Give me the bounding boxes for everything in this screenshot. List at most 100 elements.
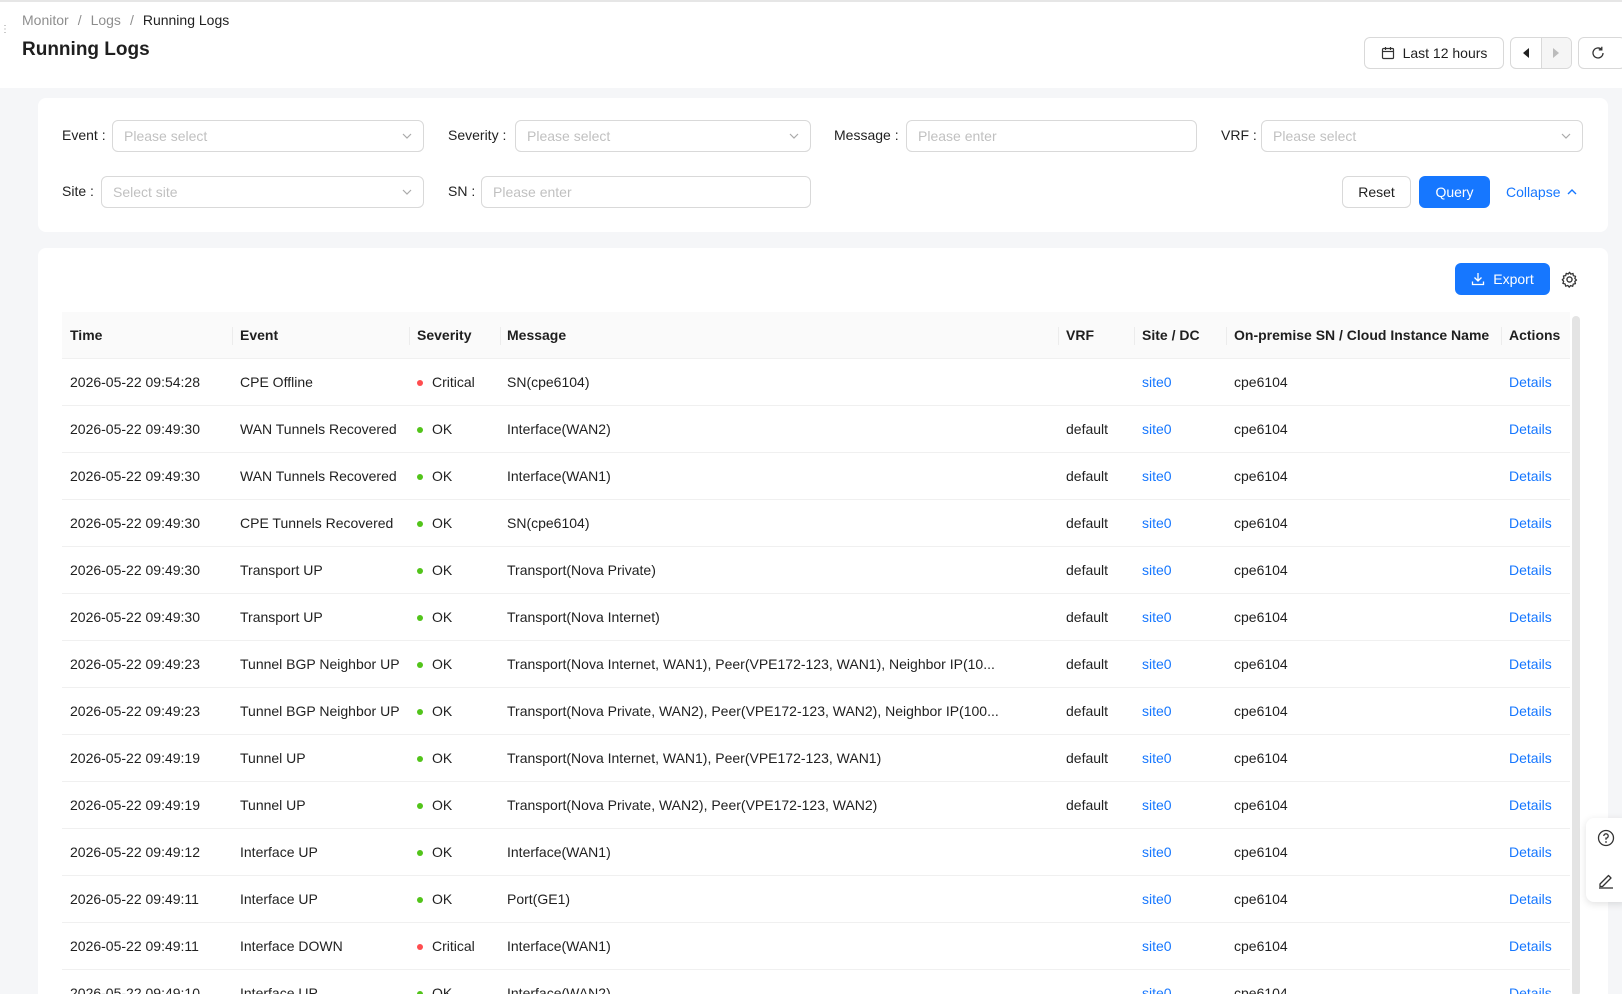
details-link[interactable]: Details xyxy=(1509,641,1569,688)
details-link[interactable]: Details xyxy=(1509,547,1569,594)
query-button[interactable]: Query xyxy=(1419,176,1490,208)
severity-select[interactable]: Please select xyxy=(515,120,811,152)
status-dot-icon xyxy=(417,520,423,527)
col-severity[interactable]: Severity xyxy=(417,312,502,359)
cell-site-link[interactable]: site0 xyxy=(1142,782,1222,829)
details-link[interactable]: Details xyxy=(1509,782,1569,829)
next-period-button[interactable] xyxy=(1540,38,1571,68)
feedback-button[interactable] xyxy=(1597,871,1615,892)
severity-label: OK xyxy=(432,609,453,625)
cell-severity: OK xyxy=(417,500,502,547)
details-link[interactable]: Details xyxy=(1509,688,1569,735)
cell-time: 2026-05-22 09:49:30 xyxy=(70,609,200,625)
col-message[interactable]: Message xyxy=(507,312,1017,359)
col-event[interactable]: Event xyxy=(240,312,410,359)
chevron-up-icon xyxy=(1567,189,1577,195)
cell-site-link[interactable]: site0 xyxy=(1142,453,1222,500)
details-link[interactable]: Details xyxy=(1509,594,1569,641)
table-row: 2026-05-22 09:49:30 Transport UP OK Transpo… xyxy=(62,547,1570,594)
sidebar-collapse-handle[interactable]: ⋮ xyxy=(0,24,10,36)
cell-vrf: default xyxy=(1066,656,1109,672)
cell-site-link[interactable]: site0 xyxy=(1142,735,1222,782)
cell-sn: cpe6104 xyxy=(1234,656,1288,672)
cell-event: Interface UP xyxy=(240,891,318,907)
table-scrollbar[interactable] xyxy=(1572,316,1580,994)
cell-time: 2026-05-22 09:49:12 xyxy=(70,844,200,860)
severity-label: OK xyxy=(432,421,453,437)
breadcrumb-monitor[interactable]: Monitor xyxy=(22,12,69,28)
event-select[interactable]: Please select xyxy=(112,120,424,152)
export-button[interactable]: Export xyxy=(1455,263,1550,295)
table-header: Time Event Severity Message VRF Site / D… xyxy=(62,312,1570,359)
col-divider xyxy=(409,327,410,345)
cell-vrf: default xyxy=(1066,421,1109,437)
details-link[interactable]: Details xyxy=(1509,829,1569,876)
details-link[interactable]: Details xyxy=(1509,970,1569,994)
cell-site-link[interactable]: site0 xyxy=(1142,406,1222,453)
refresh-button[interactable] xyxy=(1578,37,1622,69)
site-select[interactable]: Select site xyxy=(101,176,424,208)
time-range-button[interactable]: Last 12 hours xyxy=(1364,37,1504,69)
caret-right-icon xyxy=(1553,48,1560,58)
message-input-placeholder: Please enter xyxy=(918,128,997,144)
col-time[interactable]: Time xyxy=(70,312,230,359)
site-filter-label: Site : xyxy=(62,183,94,199)
details-link[interactable]: Details xyxy=(1509,500,1569,547)
col-sn[interactable]: On-premise SN / Cloud Instance Name xyxy=(1234,312,1504,359)
cell-site-link[interactable]: site0 xyxy=(1142,829,1222,876)
details-link[interactable]: Details xyxy=(1509,923,1569,970)
column-settings-button[interactable] xyxy=(1561,271,1578,291)
cell-sn: cpe6104 xyxy=(1234,468,1288,484)
cell-site-link[interactable]: site0 xyxy=(1142,923,1222,970)
sn-input[interactable]: Please enter xyxy=(481,176,811,208)
cell-event: WAN Tunnels Recovered xyxy=(240,468,397,484)
cell-vrf xyxy=(1066,359,1136,406)
message-input[interactable]: Please enter xyxy=(906,120,1197,152)
cell-sn: cpe6104 xyxy=(1234,609,1288,625)
cell-message: Interface(WAN2) xyxy=(507,421,611,437)
status-dot-icon xyxy=(417,473,423,480)
table-row: 2026-05-22 09:49:23 Tunnel BGP Neighbor U… xyxy=(62,688,1570,735)
status-dot-icon xyxy=(417,755,423,762)
event-filter-label: Event : xyxy=(62,127,106,143)
vrf-select[interactable]: Please select xyxy=(1261,120,1583,152)
table-row: 2026-05-22 09:49:19 Tunnel UP OK Transport(… xyxy=(62,782,1570,829)
caret-left-icon xyxy=(1522,48,1529,58)
cell-time: 2026-05-22 09:49:30 xyxy=(70,515,200,531)
cell-severity: OK xyxy=(417,970,502,994)
cell-site-link[interactable]: site0 xyxy=(1142,547,1222,594)
cell-vrf xyxy=(1066,970,1136,994)
cell-message: Transport(Nova Private) xyxy=(507,562,656,578)
cell-site-link[interactable]: site0 xyxy=(1142,641,1222,688)
cell-severity: OK xyxy=(417,829,502,876)
details-link[interactable]: Details xyxy=(1509,735,1569,782)
cell-severity: OK xyxy=(417,594,502,641)
reset-button[interactable]: Reset xyxy=(1342,176,1411,208)
chevron-down-icon xyxy=(1561,133,1571,139)
cell-site-link[interactable]: site0 xyxy=(1142,876,1222,923)
details-link[interactable]: Details xyxy=(1509,359,1569,406)
cell-sn: cpe6104 xyxy=(1234,750,1288,766)
cell-vrf: default xyxy=(1066,562,1109,578)
table-row: 2026-05-22 09:49:30 WAN Tunnels Recovered… xyxy=(62,453,1570,500)
cell-message: Interface(WAN1) xyxy=(507,844,611,860)
help-button[interactable] xyxy=(1597,829,1615,850)
collapse-filters-button[interactable]: Collapse xyxy=(1506,176,1578,208)
cell-site-link[interactable]: site0 xyxy=(1142,688,1222,735)
col-vrf[interactable]: VRF xyxy=(1066,312,1136,359)
details-link[interactable]: Details xyxy=(1509,453,1569,500)
cell-site-link[interactable]: site0 xyxy=(1142,359,1222,406)
cell-event: Transport UP xyxy=(240,609,323,625)
breadcrumb-logs[interactable]: Logs xyxy=(91,12,121,28)
col-site[interactable]: Site / DC xyxy=(1142,312,1222,359)
cell-site-link[interactable]: site0 xyxy=(1142,500,1222,547)
cell-site-link[interactable]: site0 xyxy=(1142,970,1222,994)
cell-site-link[interactable]: site0 xyxy=(1142,594,1222,641)
details-link[interactable]: Details xyxy=(1509,876,1569,923)
cell-severity: Critical xyxy=(417,923,502,970)
severity-label: OK xyxy=(432,891,453,907)
table-row: 2026-05-22 09:49:30 CPE Tunnels Recovered… xyxy=(62,500,1570,547)
prev-period-button[interactable] xyxy=(1511,38,1541,68)
cell-event: Tunnel BGP Neighbor UP xyxy=(240,703,400,719)
details-link[interactable]: Details xyxy=(1509,406,1569,453)
